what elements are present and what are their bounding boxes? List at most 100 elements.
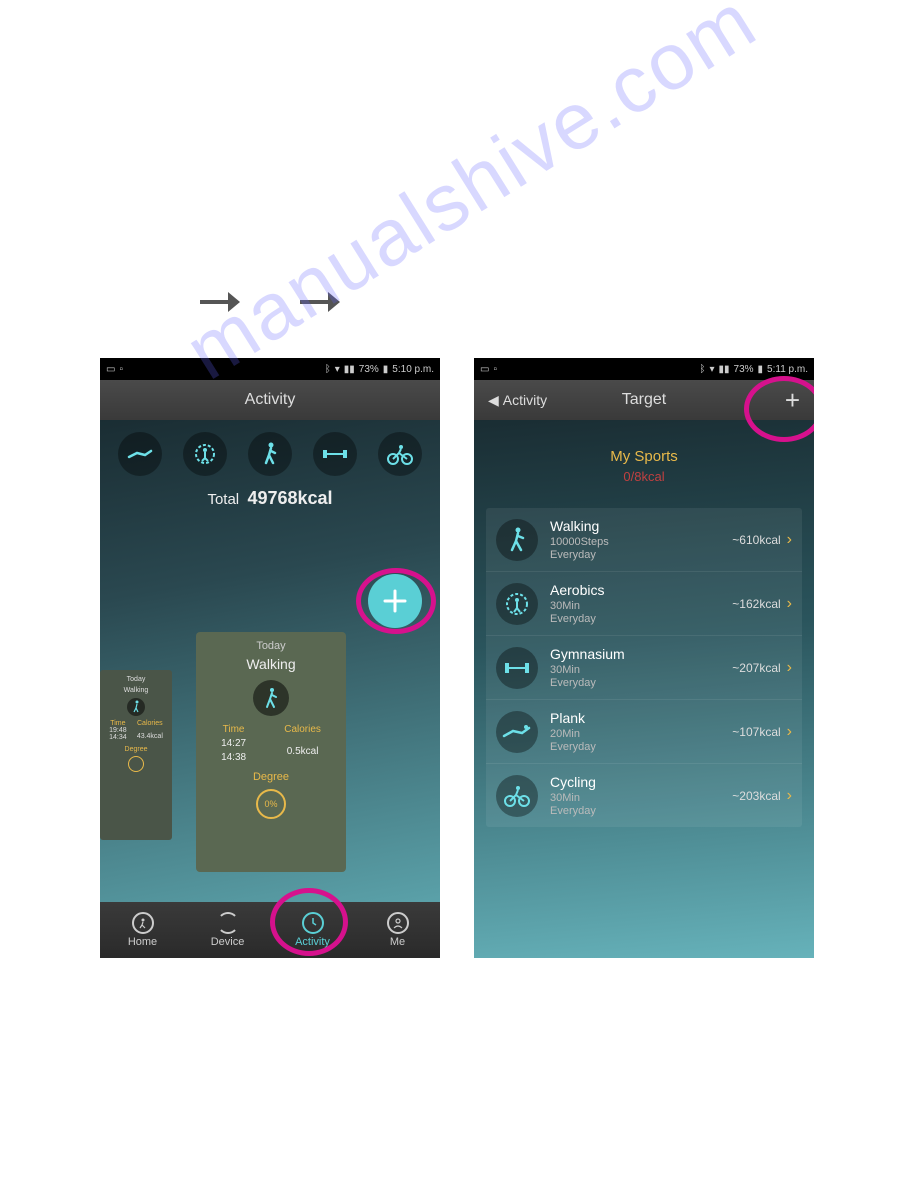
status-bar: ▭ ▫ ᛒ ▾ ▮▮ 73% ▮ 5:11 p.m. bbox=[474, 358, 814, 380]
dumbbell-icon bbox=[496, 647, 538, 689]
device-icon bbox=[217, 912, 239, 934]
time-text: 5:11 p.m. bbox=[767, 364, 808, 375]
page-title: Activity bbox=[245, 391, 296, 409]
signal-icon: ▮▮ bbox=[344, 364, 355, 375]
sport-name: Aerobics bbox=[550, 582, 732, 598]
degree-value: 0% bbox=[264, 799, 277, 809]
nav-home[interactable]: Home bbox=[100, 902, 185, 958]
phone-screenshot-activity: ▭ ▫ ᛒ ▾ ▮▮ 73% ▮ 5:10 p.m. Activity bbox=[100, 358, 440, 958]
arrow-icon bbox=[200, 292, 240, 312]
time-header: Time bbox=[223, 724, 245, 735]
sport-row-walking[interactable]: Walking 10000Steps Everyday ~610kcal › bbox=[486, 508, 802, 572]
time-value: 14:27 bbox=[221, 738, 246, 749]
add-activity-button[interactable] bbox=[368, 574, 422, 628]
me-icon bbox=[387, 912, 409, 934]
phone-screenshot-target: ▭ ▫ ᛒ ▾ ▮▮ 73% ▮ 5:11 p.m. ◀ Activity Ta… bbox=[474, 358, 814, 958]
sport-kcal: ~207kcal bbox=[732, 661, 780, 675]
activity-card-small[interactable]: Today Walking Time 19:48 14:34 Calories … bbox=[100, 670, 172, 840]
my-sports-heading: My Sports bbox=[474, 448, 814, 465]
back-arrow-icon: ◀ bbox=[488, 392, 499, 409]
card-activity-name: Walking bbox=[124, 687, 149, 694]
nav-me[interactable]: Me bbox=[355, 902, 440, 958]
my-sports-subheading: 0/8kcal bbox=[474, 469, 814, 484]
sport-target: 30Min bbox=[550, 664, 732, 676]
cycling-icon bbox=[496, 775, 538, 817]
time-value: 14:34 bbox=[109, 734, 127, 741]
sport-row-plank[interactable]: Plank 20Min Everyday ~107kcal › bbox=[486, 700, 802, 764]
degree-label: Degree bbox=[253, 771, 289, 783]
sport-target: 10000Steps bbox=[550, 536, 732, 548]
instruction-arrows bbox=[200, 292, 340, 312]
time-value: 19:48 bbox=[109, 727, 127, 734]
title-bar: ◀ Activity Target + bbox=[474, 380, 814, 420]
sport-frequency: Everyday bbox=[550, 677, 732, 689]
activity-body: Total 49768kcal Today Walking Time 19:48… bbox=[100, 420, 440, 958]
sport-name: Gymnasium bbox=[550, 646, 732, 662]
calories-header: Calories bbox=[137, 720, 163, 727]
bluetooth-icon: ᛒ bbox=[325, 364, 331, 375]
sport-row-aerobics[interactable]: Aerobics 30Min Everyday ~162kcal › bbox=[486, 572, 802, 636]
page-title: Target bbox=[622, 391, 666, 409]
walking-icon bbox=[496, 519, 538, 561]
nav-label: Device bbox=[211, 936, 245, 948]
sport-frequency: Everyday bbox=[550, 805, 732, 817]
watermark-text: manualshive.com bbox=[170, 0, 772, 398]
time-text: 5:10 p.m. bbox=[392, 364, 434, 375]
walking-icon bbox=[127, 698, 145, 716]
notification-icon: ▫ bbox=[493, 364, 497, 375]
arrow-icon bbox=[300, 292, 340, 312]
bluetooth-icon: ᛒ bbox=[699, 364, 705, 375]
chevron-right-icon: › bbox=[787, 595, 792, 613]
card-date: Today bbox=[256, 640, 285, 652]
chevron-right-icon: › bbox=[787, 723, 792, 741]
walking-icon bbox=[253, 680, 289, 716]
sport-name: Walking bbox=[550, 518, 732, 534]
calories-value: 0.5kcal bbox=[287, 746, 319, 757]
sport-frequency: Everyday bbox=[550, 549, 732, 561]
sport-row-cycling[interactable]: Cycling 30Min Everyday ~203kcal › bbox=[486, 764, 802, 827]
back-button[interactable]: ◀ Activity bbox=[488, 392, 547, 409]
chevron-right-icon: › bbox=[787, 787, 792, 805]
total-value: 49768kcal bbox=[247, 488, 332, 508]
degree-ring-icon bbox=[128, 756, 144, 772]
sport-kcal: ~203kcal bbox=[732, 789, 780, 803]
sport-target: 30Min bbox=[550, 792, 732, 804]
nav-label: Me bbox=[390, 936, 405, 948]
calories-header: Calories bbox=[284, 724, 321, 735]
degree-ring-icon: 0% bbox=[256, 789, 286, 819]
time-header: Time bbox=[110, 720, 125, 727]
chevron-right-icon: › bbox=[787, 659, 792, 677]
sport-frequency: Everyday bbox=[550, 741, 732, 753]
chevron-right-icon: › bbox=[787, 531, 792, 549]
dumbbell-icon[interactable] bbox=[313, 432, 357, 476]
home-icon bbox=[132, 912, 154, 934]
plank-icon[interactable] bbox=[118, 432, 162, 476]
nav-activity[interactable]: Activity bbox=[270, 902, 355, 958]
sport-kcal: ~107kcal bbox=[732, 725, 780, 739]
add-target-button[interactable]: + bbox=[785, 385, 800, 416]
nav-label: Home bbox=[128, 936, 157, 948]
battery-icon: ▮ bbox=[383, 364, 389, 375]
signal-icon: ▮▮ bbox=[719, 364, 730, 375]
sport-target: 30Min bbox=[550, 600, 732, 612]
aerobics-icon bbox=[496, 583, 538, 625]
sport-list: Walking 10000Steps Everyday ~610kcal › A… bbox=[486, 508, 802, 827]
cycling-icon[interactable] bbox=[378, 432, 422, 476]
plank-icon bbox=[496, 711, 538, 753]
sport-target: 20Min bbox=[550, 728, 732, 740]
notification-icon: ▭ bbox=[106, 364, 115, 375]
activity-type-row bbox=[100, 420, 440, 482]
nav-device[interactable]: Device bbox=[185, 902, 270, 958]
activity-card-main[interactable]: Today Walking Time 14:27 14:38 Calories … bbox=[196, 632, 346, 872]
wifi-icon: ▾ bbox=[709, 364, 714, 375]
time-value: 14:38 bbox=[221, 752, 246, 763]
sport-row-gymnasium[interactable]: Gymnasium 30Min Everyday ~207kcal › bbox=[486, 636, 802, 700]
sport-kcal: ~162kcal bbox=[732, 597, 780, 611]
total-calories: Total 49768kcal bbox=[100, 488, 440, 509]
sport-name: Cycling bbox=[550, 774, 732, 790]
wifi-icon: ▾ bbox=[335, 364, 340, 375]
card-date: Today bbox=[127, 676, 146, 683]
aerobics-icon[interactable] bbox=[183, 432, 227, 476]
nav-label: Activity bbox=[295, 936, 330, 948]
walking-icon[interactable] bbox=[248, 432, 292, 476]
